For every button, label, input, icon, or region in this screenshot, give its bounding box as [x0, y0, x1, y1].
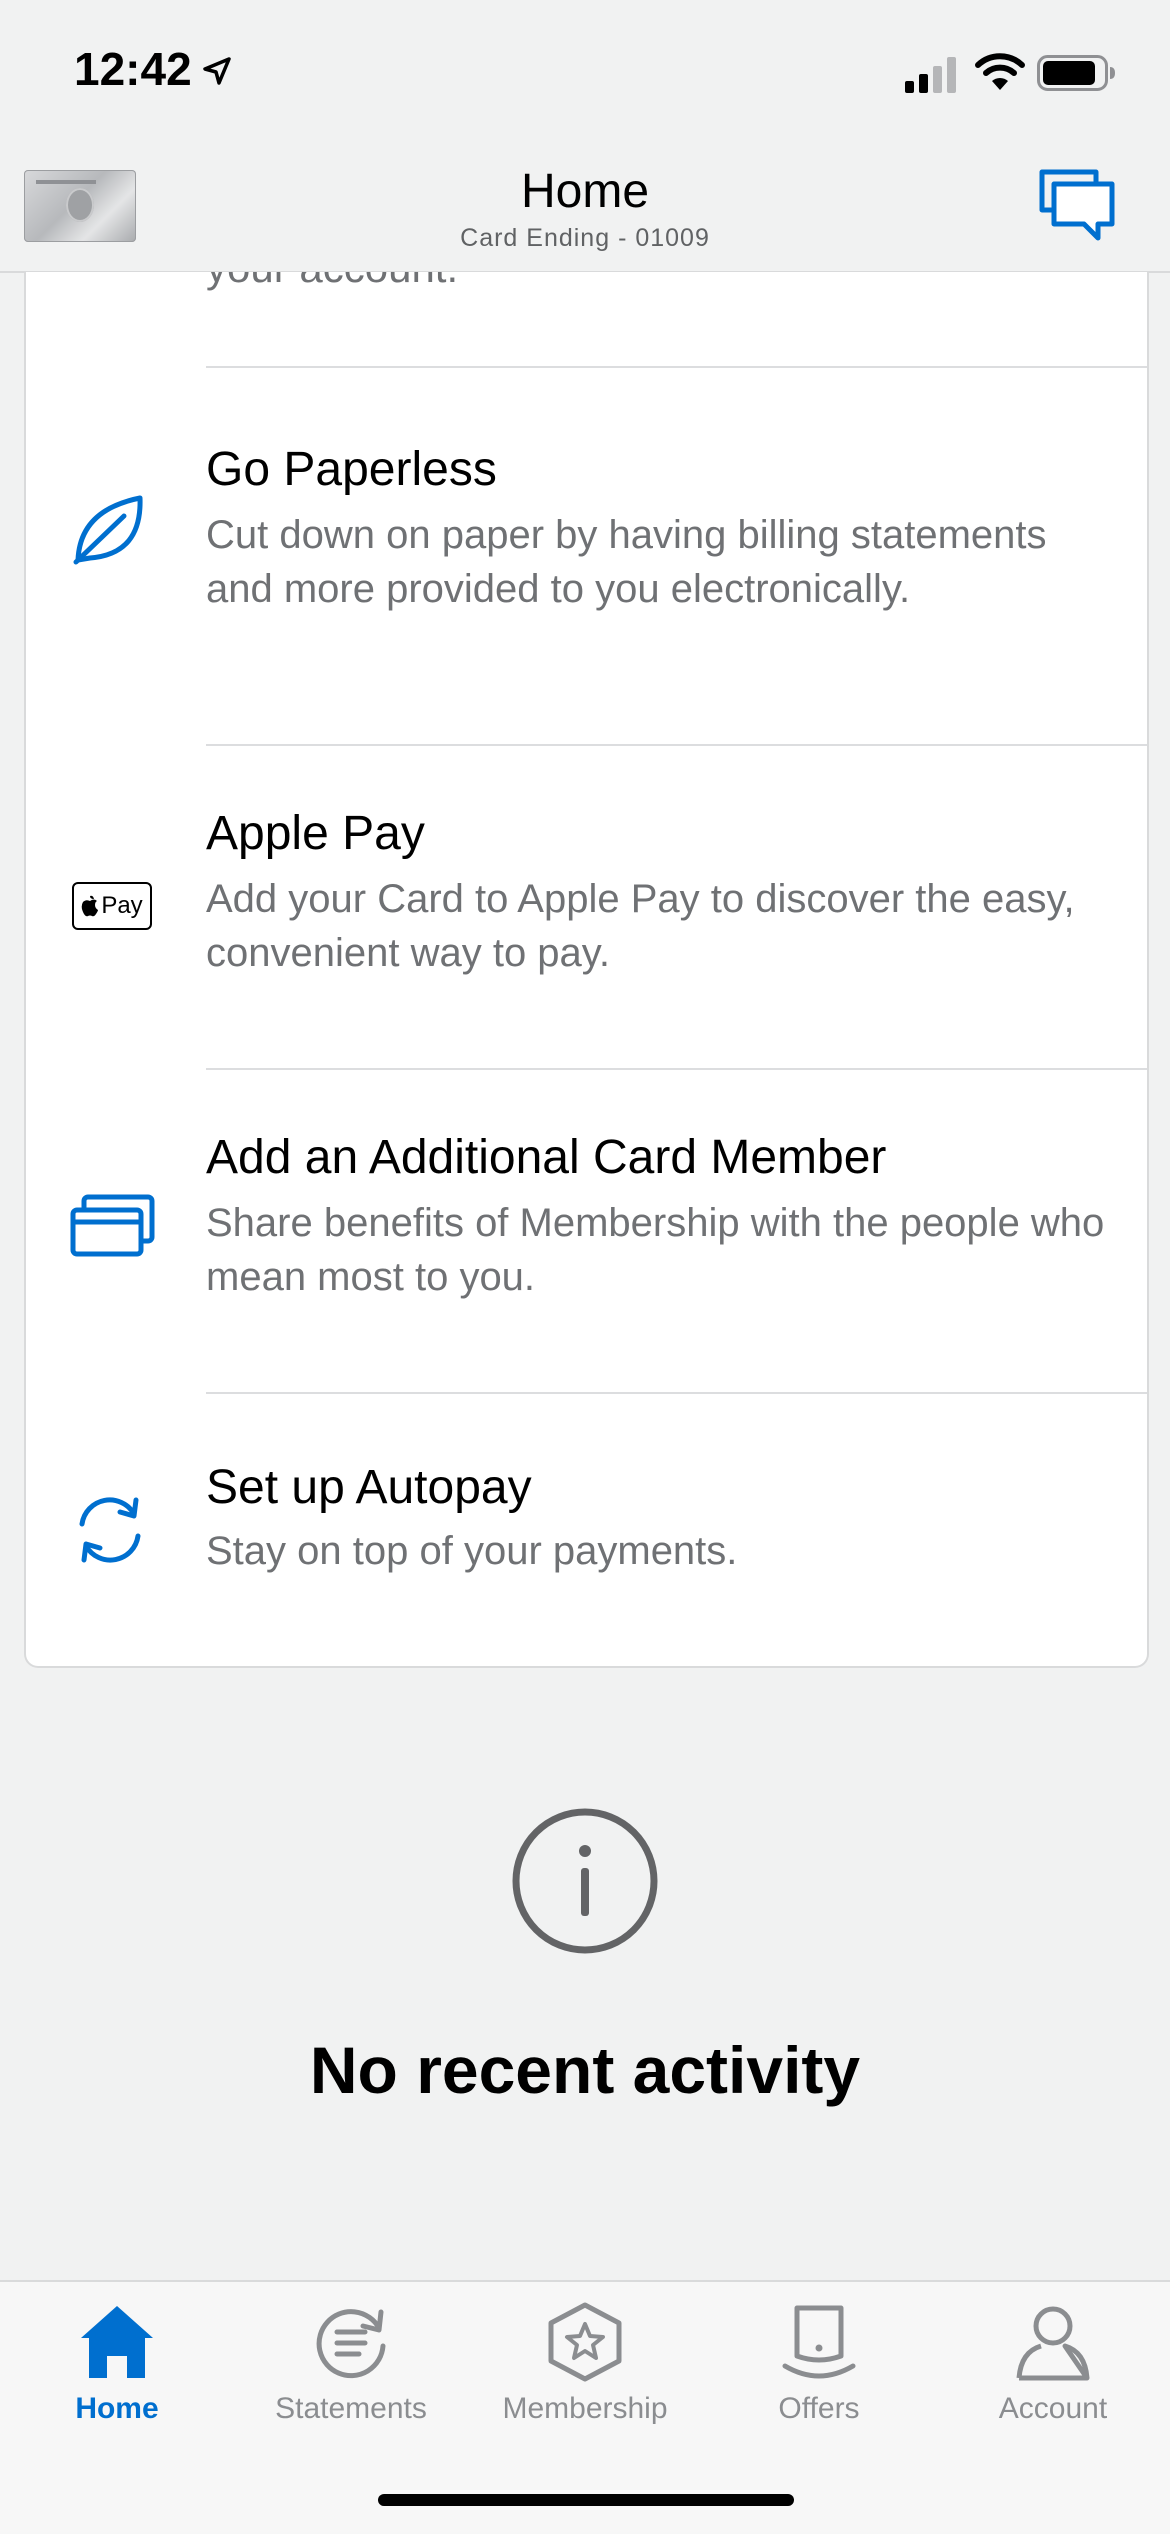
tab-statements[interactable]: Statements — [234, 2282, 468, 2452]
cards-icon — [70, 1194, 155, 1257]
page-title: Home — [520, 165, 650, 218]
apple-pay-icon: Pay — [72, 882, 152, 930]
battery-icon — [1037, 55, 1115, 91]
membership-icon — [548, 2302, 622, 2382]
list-item-autopay[interactable]: Set up Autopay Stay on top of your payme… — [26, 1394, 1147, 1666]
wifi-icon — [975, 53, 1025, 90]
list-item-additional-card-member[interactable]: Add an Additional Card Member Share bene… — [26, 1070, 1147, 1392]
item-description: Cut down on paper by having billing stat… — [206, 513, 1047, 611]
tab-offers[interactable]: Offers — [702, 2282, 936, 2452]
status-bar: 12:42 — [0, 0, 1170, 150]
chat-icon[interactable] — [1038, 166, 1118, 246]
status-time: 12:42 — [74, 43, 192, 95]
tab-account[interactable]: Account — [936, 2282, 1170, 2452]
apple-pay-badge-text: Pay — [101, 892, 143, 919]
account-icon — [1016, 2306, 1090, 2381]
tab-label: Statements — [275, 2392, 427, 2425]
leaf-icon — [73, 495, 143, 565]
home-icon — [81, 2306, 153, 2378]
suggestions-list: your account. Go Paperless Cut down on p… — [24, 272, 1149, 1668]
item-description: Share benefits of Membership with the pe… — [206, 1201, 1105, 1299]
offers-icon — [782, 2305, 856, 2379]
item-title: Apple Pay — [206, 807, 425, 860]
item-description: Add your Card to Apple Pay to discover t… — [206, 877, 1075, 975]
tab-label: Membership — [502, 2392, 668, 2425]
tab-label: Account — [998, 2392, 1108, 2425]
cellular-signal-icon — [905, 57, 956, 93]
list-item-apple-pay[interactable]: Pay Apple Pay Add your Card to Apple Pay… — [26, 746, 1147, 1068]
tab-label: Home — [75, 2392, 159, 2425]
tab-membership[interactable]: Membership — [468, 2282, 702, 2452]
status-time-row: 12:42 — [74, 42, 232, 96]
item-title: Add an Additional Card Member — [206, 1131, 887, 1184]
truncated-item-text: your account. — [206, 272, 458, 292]
statements-icon — [316, 2309, 386, 2379]
no-recent-activity-text: No recent activity — [309, 2033, 861, 2107]
info-icon — [512, 1808, 658, 1954]
apple-logo-icon — [82, 895, 99, 917]
card-ending-subtitle: Card Ending - 01009 — [460, 224, 710, 252]
tab-label: Offers — [778, 2392, 860, 2425]
item-description: Stay on top of your payments. — [206, 1529, 738, 1573]
list-item-go-paperless[interactable]: Go Paperless Cut down on paper by having… — [26, 368, 1147, 744]
item-title: Set up Autopay — [206, 1461, 532, 1514]
home-indicator[interactable] — [378, 2494, 794, 2506]
refresh-icon — [79, 1497, 141, 1563]
top-header: Home Card Ending - 01009 — [0, 150, 1170, 273]
item-title: Go Paperless — [206, 443, 497, 496]
location-arrow-icon — [202, 57, 231, 85]
tab-home[interactable]: Home — [0, 2282, 234, 2452]
